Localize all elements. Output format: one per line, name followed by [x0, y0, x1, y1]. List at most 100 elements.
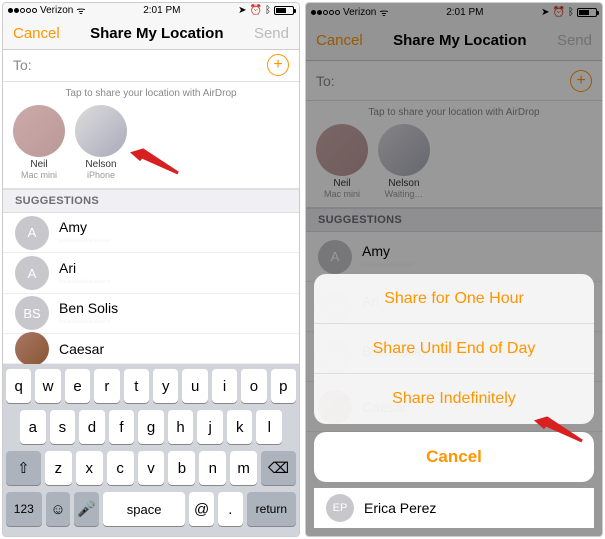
key-n[interactable]: n	[199, 451, 226, 485]
key-r[interactable]: r	[94, 369, 119, 403]
airdrop-section: Tap to share your location with AirDrop …	[306, 101, 602, 208]
screenshot-right: Verizon ᯤ 2:01 PM ➤ ⏰ ᛒ Cancel Share My …	[305, 2, 603, 537]
send-button[interactable]: Send	[254, 25, 289, 42]
key-dot[interactable]: .	[218, 492, 243, 526]
add-contact-button[interactable]: +	[267, 54, 289, 76]
contact-row[interactable]: A Amy············	[3, 213, 299, 253]
clock-label: 2:01 PM	[446, 7, 483, 18]
key-d[interactable]: d	[79, 410, 105, 444]
carrier-label: Verizon	[40, 5, 73, 16]
carrier-label: Verizon	[343, 7, 376, 18]
avatar: BS	[15, 296, 49, 330]
key-i[interactable]: i	[212, 369, 237, 403]
avatar	[13, 105, 65, 157]
key-z[interactable]: z	[45, 451, 72, 485]
key-space[interactable]: space	[103, 492, 185, 526]
annotation-arrow-icon	[527, 416, 587, 446]
airdrop-name: Nelson	[75, 159, 127, 170]
airdrop-name: Neil	[316, 178, 368, 189]
contact-detail: ············	[59, 316, 118, 327]
alarm-icon: ⏰	[250, 5, 262, 16]
avatar: A	[15, 256, 49, 290]
avatar: A	[15, 216, 49, 250]
contact-detail: ············	[59, 276, 111, 287]
contact-name: Ari	[59, 260, 111, 276]
key-e[interactable]: e	[65, 369, 90, 403]
key-p[interactable]: p	[271, 369, 296, 403]
key-j[interactable]: j	[197, 410, 223, 444]
to-row[interactable]: To: +	[3, 50, 299, 82]
airdrop-device: Mac mini	[316, 189, 368, 199]
key-at[interactable]: @	[189, 492, 214, 526]
avatar	[316, 124, 368, 176]
add-contact-button[interactable]: +	[570, 70, 592, 92]
avatar: EP	[326, 494, 354, 522]
key-emoji[interactable]: ☺	[46, 492, 71, 526]
key-delete[interactable]: ⌫	[261, 451, 296, 485]
page-title: Share My Location	[90, 25, 223, 42]
airdrop-device: iPhone	[75, 170, 127, 180]
to-input[interactable]	[37, 57, 267, 73]
bluetooth-icon: ᛒ	[568, 7, 574, 18]
key-f[interactable]: f	[109, 410, 135, 444]
to-input[interactable]	[340, 73, 570, 89]
key-y[interactable]: y	[153, 369, 178, 403]
wifi-icon: ᯤ	[379, 5, 388, 19]
suggestions-header: SUGGESTIONS	[3, 189, 299, 213]
keyboard: qwertyuiop asdfghjkl ⇧zxcvbnm⌫ 123 ☺ 🎤 s…	[3, 364, 299, 536]
key-k[interactable]: k	[227, 410, 253, 444]
key-x[interactable]: x	[76, 451, 103, 485]
annotation-arrow-icon	[123, 148, 183, 178]
key-h[interactable]: h	[168, 410, 194, 444]
suggestions-header: SUGGESTIONS	[306, 208, 602, 232]
airdrop-device: Mac mini	[13, 170, 65, 180]
airdrop-contact[interactable]: Neil Mac mini	[13, 105, 65, 180]
contact-name: Caesar	[59, 341, 104, 357]
key-return[interactable]: return	[247, 492, 296, 526]
key-q[interactable]: q	[6, 369, 31, 403]
key-l[interactable]: l	[256, 410, 282, 444]
avatar	[15, 332, 49, 366]
key-b[interactable]: b	[168, 451, 195, 485]
airdrop-contact[interactable]: Nelson iPhone	[75, 105, 127, 180]
location-icon: ➤	[541, 7, 549, 18]
key-mic[interactable]: 🎤	[74, 492, 99, 526]
nav-bar: Cancel Share My Location Send	[306, 21, 602, 61]
status-bar: Verizon ᯤ 2:01 PM ➤ ⏰ ᛒ	[3, 3, 299, 17]
key-w[interactable]: w	[35, 369, 60, 403]
send-button[interactable]: Send	[557, 32, 592, 49]
cancel-button[interactable]: Cancel	[13, 25, 60, 42]
share-end-of-day-button[interactable]: Share Until End of Day	[314, 324, 594, 374]
key-s[interactable]: s	[50, 410, 76, 444]
airdrop-hint: Tap to share your location with AirDrop	[3, 88, 299, 99]
key-numbers[interactable]: 123	[6, 492, 42, 526]
screenshot-left: Verizon ᯤ 2:01 PM ➤ ⏰ ᛒ Cancel Share My …	[2, 2, 300, 537]
cancel-button[interactable]: Cancel	[316, 32, 363, 49]
key-g[interactable]: g	[138, 410, 164, 444]
avatar	[378, 124, 430, 176]
contact-name: Ben Solis	[59, 300, 118, 316]
airdrop-device: Waiting…	[378, 189, 430, 199]
status-bar: Verizon ᯤ 2:01 PM ➤ ⏰ ᛒ	[306, 3, 602, 21]
airdrop-contact[interactable]: Neil Mac mini	[316, 124, 368, 199]
contact-row[interactable]: BS Ben Solis············	[3, 294, 299, 334]
key-a[interactable]: a	[20, 410, 46, 444]
contact-row[interactable]: Caesar	[3, 334, 299, 364]
key-u[interactable]: u	[182, 369, 207, 403]
key-c[interactable]: c	[107, 451, 134, 485]
key-shift[interactable]: ⇧	[6, 451, 41, 485]
location-icon: ➤	[238, 5, 246, 16]
wifi-icon: ᯤ	[76, 3, 85, 17]
to-label: To:	[13, 57, 32, 73]
clock-label: 2:01 PM	[143, 5, 180, 16]
key-m[interactable]: m	[230, 451, 257, 485]
key-v[interactable]: v	[138, 451, 165, 485]
contact-row[interactable]: A Ari············	[3, 253, 299, 293]
to-row[interactable]: To: +	[306, 61, 602, 101]
key-o[interactable]: o	[241, 369, 266, 403]
key-t[interactable]: t	[124, 369, 149, 403]
share-one-hour-button[interactable]: Share for One Hour	[314, 274, 594, 324]
airdrop-contact[interactable]: Nelson Waiting…	[378, 124, 430, 199]
airdrop-hint: Tap to share your location with AirDrop	[306, 107, 602, 118]
avatar	[75, 105, 127, 157]
